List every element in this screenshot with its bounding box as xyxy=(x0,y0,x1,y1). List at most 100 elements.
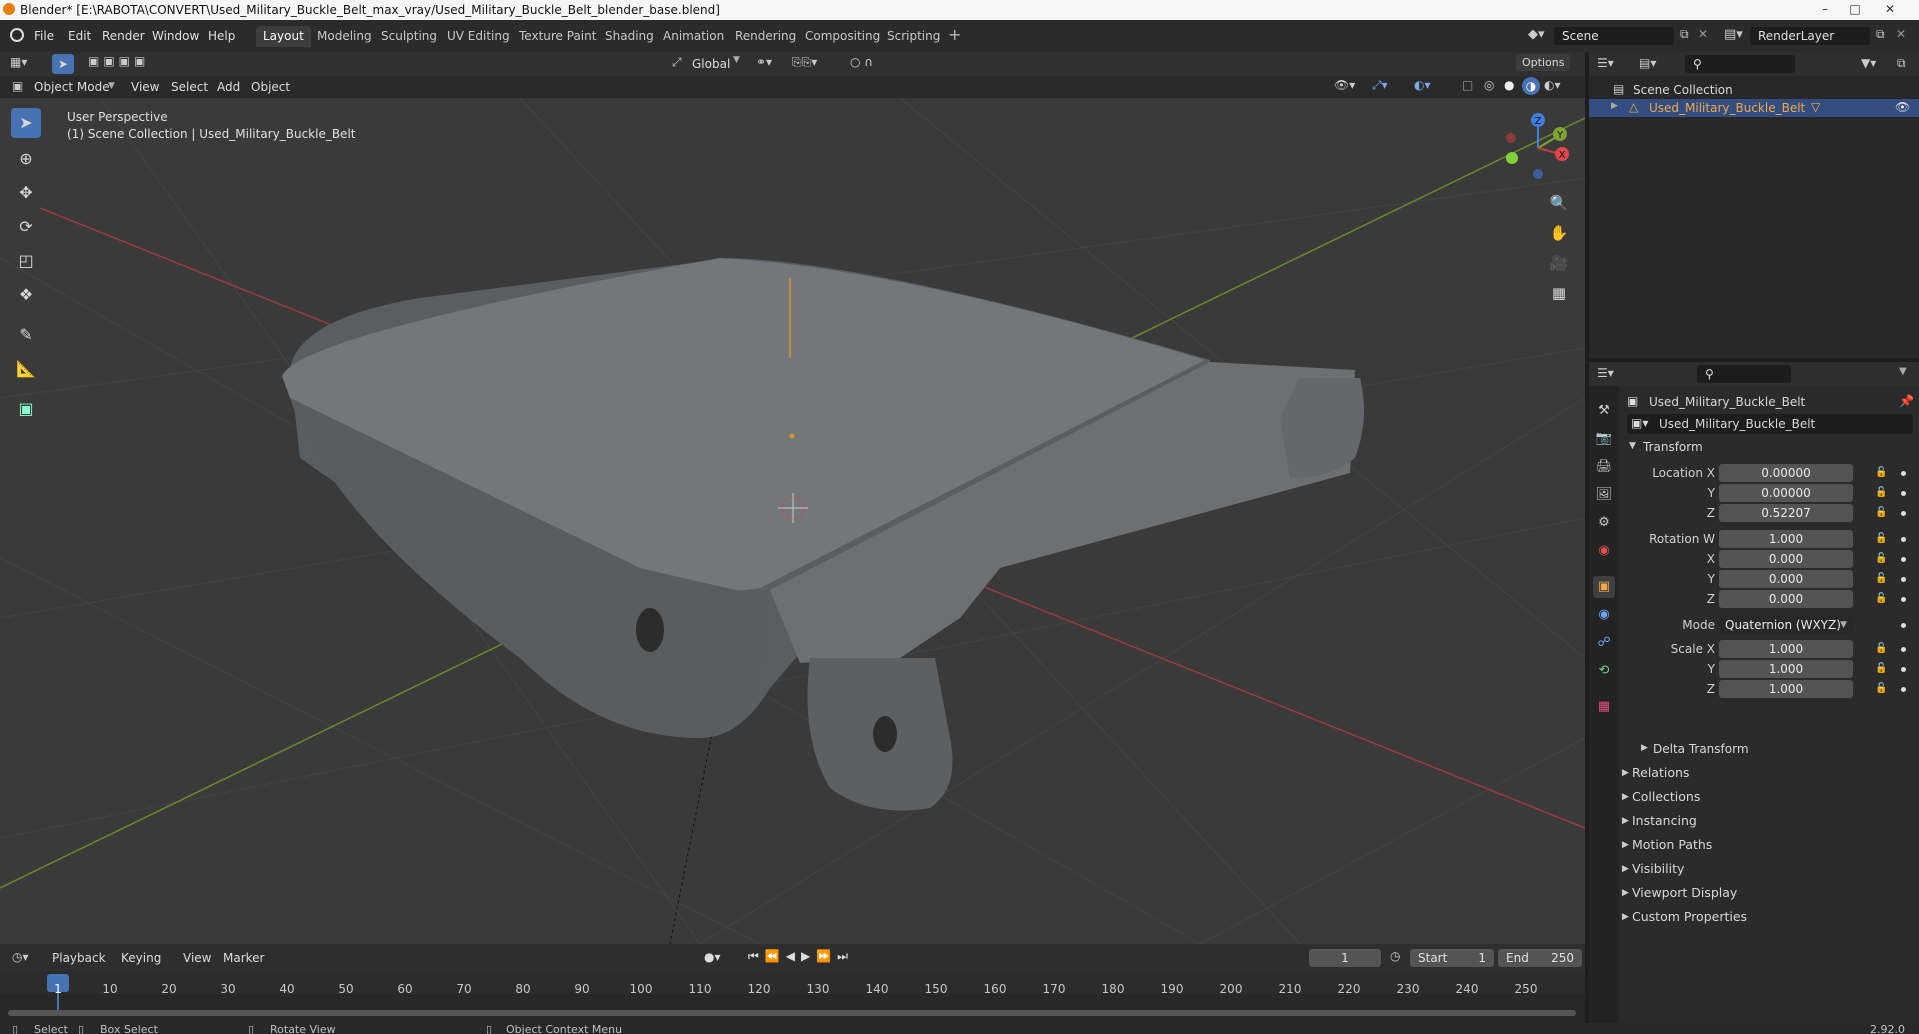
render-layer-browse-icon[interactable]: ▤▾ xyxy=(1724,27,1743,42)
menu-select[interactable]: Select xyxy=(171,77,208,97)
lock-icon[interactable]: 🔓 xyxy=(1875,507,1887,518)
rotation-mode-dropdown[interactable]: Quaternion (WXYZ) ▼ xyxy=(1719,616,1853,634)
keyframe-dot-icon[interactable] xyxy=(1901,491,1906,496)
lock-icon[interactable]: 🔓 xyxy=(1875,593,1887,604)
constraint-tab-icon[interactable]: ☍ xyxy=(1593,632,1615,654)
expand-arrow-icon[interactable]: ▶ xyxy=(1611,101,1618,111)
world-tab-icon[interactable]: ◉ xyxy=(1593,540,1615,562)
end-frame-field[interactable]: End 250 xyxy=(1498,949,1582,967)
timeline-editor-type-icon[interactable]: ◷▾ xyxy=(12,950,29,964)
expand-arrow-icon[interactable]: ▶ xyxy=(1622,840,1629,850)
expand-arrow-icon[interactable]: ▶ xyxy=(1622,912,1629,922)
keyframe-dot-icon[interactable] xyxy=(1901,667,1906,672)
transform-panel-title[interactable]: Transform xyxy=(1643,440,1703,454)
keyframe-dot-icon[interactable] xyxy=(1901,687,1906,692)
object-mode-dropdown[interactable]: Object Mode xyxy=(34,77,110,97)
timeline-scrollbar[interactable] xyxy=(8,1010,1576,1016)
relations-panel[interactable]: Relations xyxy=(1632,765,1689,780)
outliner-search-input[interactable]: ⚲ xyxy=(1685,55,1795,73)
tab-scripting[interactable]: Scripting xyxy=(880,26,947,47)
display-mode-icon[interactable]: ▤▾ xyxy=(1639,56,1656,70)
xray-toggle-icon[interactable]: □ xyxy=(1462,78,1473,92)
menu-timeline-view[interactable]: View xyxy=(183,948,211,968)
menu-playback[interactable]: Playback xyxy=(52,948,106,968)
outliner-editor-type-icon[interactable]: ☰▾ xyxy=(1597,56,1614,70)
material-shading-icon[interactable]: ◑ xyxy=(1522,77,1540,95)
tool-tab-icon[interactable]: ⚒ xyxy=(1593,400,1615,422)
scene-collection-label[interactable]: Scene Collection xyxy=(1633,83,1733,97)
render-tab-icon[interactable]: 📷 xyxy=(1593,428,1615,450)
viewport-display-panel[interactable]: Viewport Display xyxy=(1632,885,1737,900)
expand-arrow-icon[interactable]: ▶ xyxy=(1622,888,1629,898)
new-collection-icon[interactable]: ⧉ xyxy=(1897,56,1906,71)
measure-tool[interactable]: 📐 xyxy=(11,354,41,384)
visibility-panel[interactable]: Visibility xyxy=(1632,861,1684,876)
tab-modeling[interactable]: Modeling xyxy=(310,26,379,47)
render-layer-new-icon[interactable]: ⧉ xyxy=(1876,27,1885,42)
chevron-down-icon[interactable]: ▼ xyxy=(1899,366,1907,377)
expand-arrow-icon[interactable]: ▶ xyxy=(1622,816,1629,826)
close-button[interactable]: ✕ xyxy=(1875,2,1905,18)
pin-icon[interactable]: 📌 xyxy=(1899,394,1914,408)
scale-x-field[interactable]: 1.000 xyxy=(1719,640,1853,658)
tab-texture-paint[interactable]: Texture Paint xyxy=(512,26,603,47)
custom-properties-panel[interactable]: Custom Properties xyxy=(1632,909,1747,924)
transform-tool[interactable]: ❖ xyxy=(11,280,41,310)
modifier-tab-icon[interactable]: ◉ xyxy=(1593,604,1615,626)
current-frame-field[interactable]: 1 xyxy=(1309,949,1381,967)
instancing-panel[interactable]: Instancing xyxy=(1632,813,1697,828)
keyframe-dot-icon[interactable] xyxy=(1901,623,1906,628)
tab-animation[interactable]: Animation xyxy=(656,26,731,47)
wireframe-shading-icon[interactable]: ◎ xyxy=(1484,78,1494,92)
location-y-field[interactable]: 0.00000 xyxy=(1719,484,1853,502)
record-icon[interactable]: ●▾ xyxy=(704,950,721,964)
transform-expand-icon[interactable]: ▼ xyxy=(1629,441,1636,451)
solid-shading-icon[interactable]: ● xyxy=(1504,78,1514,92)
scene-browse-icon[interactable]: ◆▾ xyxy=(1528,27,1545,42)
visibility-toggle-icon[interactable]: 👁▾ xyxy=(1334,78,1355,92)
lock-icon[interactable]: 🔓 xyxy=(1875,663,1887,674)
snap-icon[interactable]: ⎘⎘▾ xyxy=(792,55,817,70)
keyframe-dot-icon[interactable] xyxy=(1901,597,1906,602)
collections-panel[interactable]: Collections xyxy=(1632,789,1700,804)
menu-help[interactable]: Help xyxy=(208,29,235,43)
scene-tab-icon[interactable]: ⚙ xyxy=(1593,512,1615,534)
render-layer-field[interactable]: RenderLayer xyxy=(1750,27,1870,45)
pan-view-button[interactable]: ✋ xyxy=(1544,218,1574,248)
maximize-button[interactable]: □ xyxy=(1840,2,1870,18)
menu-render[interactable]: Render xyxy=(102,29,145,43)
preview-range-icon[interactable]: ◷ xyxy=(1390,949,1400,963)
pivot-point-icon[interactable]: ⚭▾ xyxy=(756,55,772,69)
menu-object[interactable]: Object xyxy=(251,77,290,97)
selection-mode-icons[interactable]: ▣▣▣▣ xyxy=(88,54,149,68)
lock-icon[interactable]: 🔓 xyxy=(1875,467,1887,478)
modifier-icon[interactable]: ▽ xyxy=(1811,100,1820,114)
tab-sculpting[interactable]: Sculpting xyxy=(374,26,444,47)
options-dropdown[interactable]: Options xyxy=(1516,54,1571,71)
cursor-tool[interactable]: ⊕ xyxy=(11,144,41,174)
delta-transform-arrow-icon[interactable]: ▶ xyxy=(1641,743,1648,753)
scale-tool[interactable]: ◰ xyxy=(11,246,41,276)
blender-menu-icon[interactable] xyxy=(10,28,24,42)
expand-arrow-icon[interactable]: ▶ xyxy=(1622,768,1629,778)
menu-marker[interactable]: Marker xyxy=(223,948,264,968)
editor-type-icon[interactable]: ▦▾ xyxy=(10,55,27,69)
move-tool[interactable]: ✥ xyxy=(11,178,41,208)
overlays-toggle-icon[interactable]: ◐▾ xyxy=(1414,78,1431,92)
3d-viewport[interactable]: User Perspective (1) Scene Collection | … xyxy=(0,98,1585,944)
delta-transform-panel[interactable]: Delta Transform xyxy=(1653,742,1749,756)
add-workspace-icon[interactable]: + xyxy=(948,25,961,44)
keyframe-dot-icon[interactable] xyxy=(1901,537,1906,542)
lock-icon[interactable]: 🔓 xyxy=(1875,487,1887,498)
annotate-tool[interactable]: ✎ xyxy=(11,320,41,350)
proportional-editing-icon[interactable]: ○ ∩ xyxy=(850,55,873,69)
tab-rendering[interactable]: Rendering xyxy=(728,26,803,47)
lock-icon[interactable]: 🔓 xyxy=(1875,553,1887,564)
scene-name-field[interactable]: Scene xyxy=(1554,27,1674,45)
menu-window[interactable]: Window xyxy=(152,29,199,43)
properties-search-input[interactable]: ⚲ xyxy=(1697,365,1791,383)
properties-editor-type-icon[interactable]: ☰▾ xyxy=(1597,366,1614,380)
texture-tab-icon[interactable]: ▦ xyxy=(1593,696,1615,718)
lock-icon[interactable]: 🔓 xyxy=(1875,683,1887,694)
tab-shading[interactable]: Shading xyxy=(598,26,661,47)
